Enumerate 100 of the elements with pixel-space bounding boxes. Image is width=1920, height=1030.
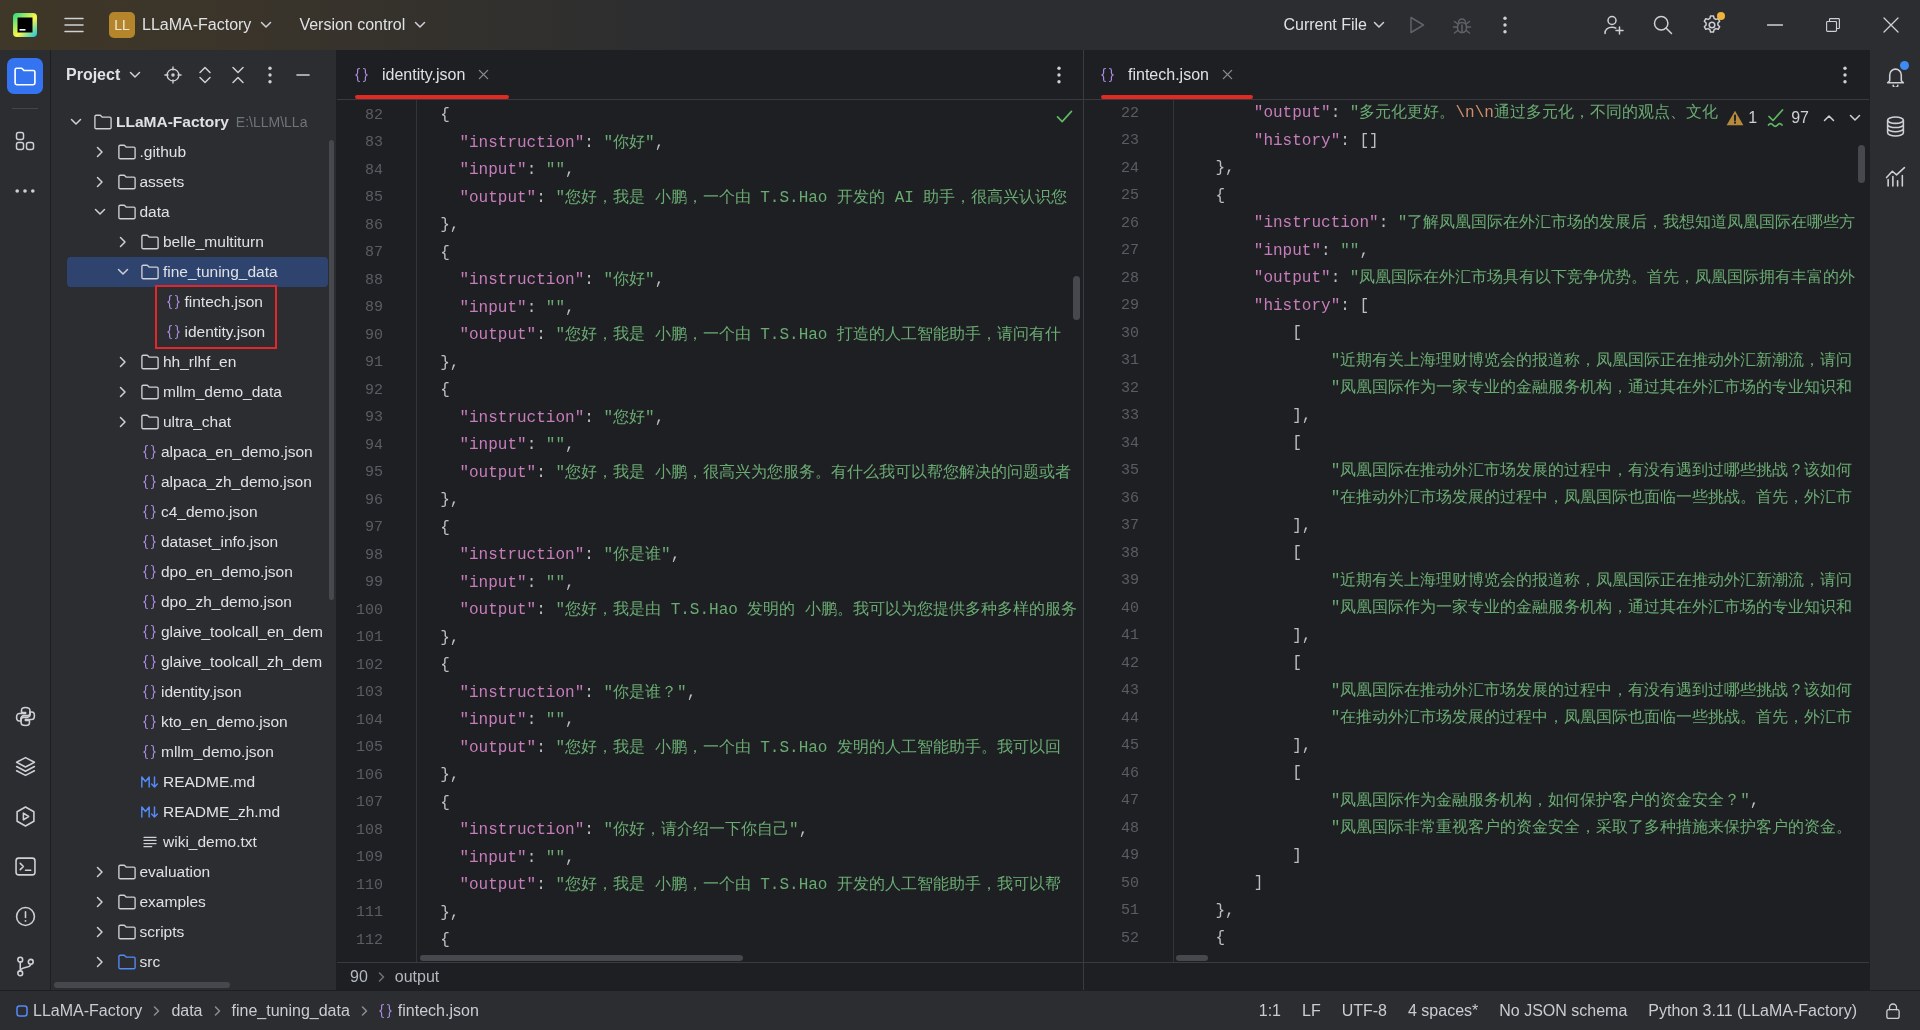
restore-icon[interactable]: [1826, 18, 1840, 32]
tool-window-button[interactable]: [7, 58, 43, 94]
tree-item[interactable]: mllm_demo.json: [67, 737, 328, 767]
chevron-icon[interactable]: [117, 386, 129, 398]
breadcrumb-item[interactable]: fine_tuning_data: [231, 1000, 350, 1021]
close-icon[interactable]: [478, 69, 490, 80]
code-line: "近期有关上海理财博览会的报道称，凤凰国际正在推动外汇新潮流，请问: [1330, 351, 1853, 371]
chart-icon[interactable]: [1884, 165, 1906, 187]
more-icon[interactable]: [1057, 65, 1061, 84]
tree-item[interactable]: dpo_en_demo.json: [67, 557, 328, 587]
tree-item[interactable]: ultra_chat: [67, 407, 328, 437]
warning-count[interactable]: 1: [1748, 108, 1758, 128]
padlock-icon[interactable]: [1886, 1002, 1900, 1019]
line-number: 26: [1120, 214, 1139, 233]
line-number: 48: [1120, 819, 1139, 838]
add-user-icon[interactable]: [1604, 15, 1624, 35]
tree-item[interactable]: mllm_demo_data: [67, 377, 328, 407]
search-icon[interactable]: [1653, 15, 1673, 35]
status-item[interactable]: 1:1: [1258, 1000, 1281, 1021]
chevrons-collapse-icon[interactable]: [231, 66, 246, 84]
tree-item[interactable]: README_zh.md: [67, 797, 328, 827]
tree-item[interactable]: glaive_toolcall_zh_dem: [67, 647, 328, 677]
tree-item[interactable]: wiki_demo.txt: [67, 827, 328, 857]
crosshair-icon[interactable]: [164, 66, 183, 84]
status-item[interactable]: No JSON schema: [1499, 1000, 1628, 1021]
status-item[interactable]: Python 3.11 (LLaMA-Factory): [1648, 1000, 1857, 1021]
tree-item[interactable]: evaluation: [67, 857, 328, 887]
tree-item[interactable]: examples: [67, 887, 328, 917]
code-line: "output": "您好，我是 小鹏，一个由 T.S.Hao 开发的人工智能助手，我可以帮: [459, 876, 1062, 896]
tree-item[interactable]: .github: [67, 137, 328, 167]
tree-item[interactable]: glaive_toolcall_en_dem: [67, 617, 328, 647]
tree-item[interactable]: data: [67, 197, 328, 227]
editor-tab[interactable]: identity.json: [353, 50, 510, 99]
tree-item[interactable]: c4_demo.json: [67, 497, 328, 527]
chevrons-expand-icon[interactable]: [198, 66, 213, 84]
chevron-icon[interactable]: [70, 116, 82, 128]
scrollbar-thumb[interactable]: [1176, 955, 1208, 961]
tree-item[interactable]: alpaca_zh_demo.json: [67, 467, 328, 497]
line-number: 101: [355, 629, 383, 648]
tree-item[interactable]: kto_en_demo.json: [67, 707, 328, 737]
tree-item[interactable]: identity.json: [156, 317, 276, 347]
settings-icon[interactable]: [1702, 15, 1722, 35]
chevron-icon[interactable]: [117, 356, 129, 368]
line-number: 29: [1120, 297, 1139, 316]
close-icon[interactable]: [1221, 69, 1233, 80]
tree-item[interactable]: src: [67, 947, 328, 977]
bell-icon[interactable]: [1885, 65, 1905, 87]
project-view-dropdown[interactable]: Project: [66, 67, 142, 83]
passed-count[interactable]: 97: [1791, 108, 1809, 128]
breadcrumb-item[interactable]: 90: [350, 966, 368, 987]
check-icon[interactable]: [1056, 110, 1073, 123]
breadcrumb-item[interactable]: data: [171, 1000, 203, 1021]
tree-item[interactable]: assets: [67, 167, 328, 197]
chevron-icon[interactable]: [117, 416, 129, 428]
tree-item[interactable]: hh_rlhf_en: [67, 347, 328, 377]
status-item[interactable]: 4 spaces*: [1408, 1000, 1479, 1021]
scrollbar-thumb[interactable]: [329, 140, 334, 600]
breadcrumb-item[interactable]: output: [394, 966, 440, 987]
database-icon[interactable]: [1885, 115, 1905, 137]
menu-icon[interactable]: [64, 17, 84, 33]
project-selector[interactable]: LL LLaMA-Factory: [109, 12, 273, 38]
chevron-up-icon[interactable]: [1823, 112, 1835, 124]
chevron-icon[interactable]: [117, 266, 129, 278]
tree-item[interactable]: identity.json: [67, 677, 328, 707]
more-icon[interactable]: [268, 66, 273, 84]
tree-item[interactable]: dpo_zh_demo.json: [67, 587, 328, 617]
vcs-menu[interactable]: Version control: [299, 17, 427, 33]
line-number: 22: [1120, 104, 1139, 123]
warning-icon[interactable]: [1726, 110, 1745, 126]
chevron-icon[interactable]: [93, 206, 106, 218]
tree-item[interactable]: LLaMA-Factory E:\LLM\LLa: [67, 107, 328, 137]
more-icon[interactable]: [1843, 65, 1847, 84]
tree-item[interactable]: dataset_info.json: [67, 527, 328, 557]
scrollbar-thumb[interactable]: [1073, 276, 1080, 320]
minimize-icon[interactable]: [296, 74, 311, 76]
scrollbar-thumb[interactable]: [54, 982, 230, 988]
more-icon[interactable]: [1503, 16, 1507, 34]
scrollbar-thumb[interactable]: [420, 955, 743, 961]
tree-item[interactable]: README.md: [67, 767, 328, 797]
tree-item[interactable]: scripts: [67, 917, 328, 947]
line-number: 49: [1120, 847, 1139, 866]
tree-item[interactable]: belle_multiturn: [67, 227, 328, 257]
breadcrumb-item[interactable]: fintech.json: [378, 1000, 479, 1021]
close-icon[interactable]: [1883, 17, 1899, 33]
terminal-icon: [14, 856, 36, 876]
code-line: },: [440, 766, 460, 786]
braces-icon: [143, 684, 156, 700]
status-item[interactable]: LF: [1302, 1000, 1321, 1021]
chevron-icon[interactable]: [117, 236, 129, 248]
line-number: 102: [355, 656, 383, 675]
tree-item[interactable]: fine_tuning_data: [67, 257, 328, 287]
status-item[interactable]: UTF-8: [1341, 1000, 1387, 1021]
line-number: 95: [364, 464, 383, 483]
tree-item[interactable]: alpaca_en_demo.json: [67, 437, 328, 467]
editor-tab[interactable]: fintech.json: [1099, 50, 1253, 99]
tree-item[interactable]: fintech.json: [156, 287, 276, 317]
breadcrumb-item[interactable]: LLaMA-Factory: [16, 1000, 143, 1021]
scrollbar-thumb[interactable]: [1858, 145, 1865, 183]
run-config-selector[interactable]: Current File: [1283, 17, 1385, 33]
chevron-down-icon[interactable]: [1849, 112, 1861, 124]
